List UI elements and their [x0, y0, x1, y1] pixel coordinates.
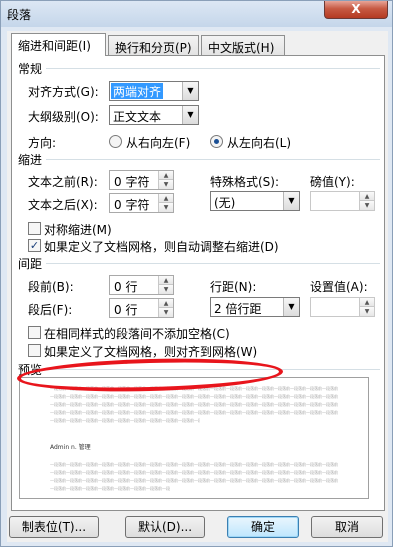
snap-to-grid-label: 如果定义了文档网格，则对齐到网格(W): [44, 345, 258, 359]
cancel-button[interactable]: 取消: [311, 516, 383, 538]
special-indent-select[interactable]: (无) ▼: [210, 191, 300, 211]
section-indent: 缩进: [18, 153, 43, 167]
spacing-before-value: 0 行: [114, 280, 138, 294]
preview-sample-text: Admin n. 管理: [50, 444, 91, 451]
line-spacing-value: 2 倍行距: [214, 302, 262, 316]
auto-adjust-label: 如果定义了文档网格，则自动调整右缩进(D): [44, 240, 279, 254]
spacing-after-label: 段后(F):: [28, 303, 73, 317]
spin-up-icon[interactable]: ▲: [159, 276, 173, 285]
preview-line: 一段落前一段落前一段落前一段落前一段落前一段落前一段落前一段落前一段落前一段落前…: [50, 402, 338, 407]
outline-level-select[interactable]: 正文文本 ▼: [109, 105, 199, 125]
tabs-button[interactable]: 制表位(T)...: [9, 516, 99, 538]
spin-down-icon[interactable]: ▼: [360, 201, 374, 210]
preview-line: 一段落前一段落前一段落前一段落前一段落前一段落前一段落前一段落前一段落前一段落前…: [50, 462, 338, 467]
paragraph-dialog: 段落 X 缩进和间距(I) 换行和分页(P) 中文版式(H) 常规 对齐方式(G…: [0, 0, 393, 547]
indent-after-stepper[interactable]: 0 字符 ▲ ▼: [109, 193, 174, 213]
chevron-down-icon[interactable]: ▼: [283, 192, 299, 210]
dialog-title: 段落: [7, 8, 32, 22]
preview-line: 一段落前一段落前一段落前一段落前一段落前一段落前一段落前一段落前一段落前一段落前…: [50, 478, 338, 483]
rtl-label: 从右向左(F): [126, 136, 191, 150]
alignment-select[interactable]: 两端对齐 ▼: [109, 81, 199, 101]
spin-down-icon[interactable]: ▼: [159, 285, 173, 294]
tab-asian-typography[interactable]: 中文版式(H): [201, 35, 285, 55]
spin-up-icon[interactable]: ▲: [159, 171, 173, 180]
no-space-same-style-checkbox[interactable]: [28, 326, 41, 339]
spacing-before-stepper[interactable]: 0 行 ▲ ▼: [109, 275, 174, 295]
spin-up-icon[interactable]: ▲: [159, 194, 173, 203]
indent-after-label: 文本之后(X):: [28, 198, 98, 212]
close-button[interactable]: X: [324, 1, 388, 19]
divider: [46, 68, 380, 69]
paragraph-preview: 一段落前一段落前一段落前一段落前一段落前一段落前一段落前一段落前一段落前一段落前…: [19, 377, 369, 499]
spacing-after-stepper[interactable]: 0 行 ▲ ▼: [109, 298, 174, 318]
no-space-same-style-label: 在相同样式的段落间不添加空格(C): [44, 327, 230, 341]
outline-level-label: 大纲级别(O):: [28, 110, 99, 124]
spin-up-icon[interactable]: ▲: [360, 298, 374, 307]
chevron-down-icon[interactable]: ▼: [283, 298, 299, 316]
tab-indent-spacing[interactable]: 缩进和间距(I): [11, 33, 106, 56]
section-spacing: 间距: [18, 257, 43, 271]
indent-before-label: 文本之前(R):: [28, 175, 98, 189]
mirror-indent-checkbox[interactable]: [28, 222, 41, 235]
spin-down-icon[interactable]: ▼: [360, 307, 374, 316]
mirror-indent-label: 对称缩进(M): [44, 223, 112, 237]
indent-before-stepper[interactable]: 0 字符 ▲ ▼: [109, 170, 174, 190]
preview-line: 一段落前一段落前一段落前一段落前一段落前一段落前一段落前一段落前一段落前一段落前…: [50, 470, 338, 475]
preview-line: 一段落前一段落前一段落前一段落前一段落前一段落前一段落前一段落前一段落前一段落前…: [50, 410, 338, 415]
dialog-client: 缩进和间距(I) 换行和分页(P) 中文版式(H) 常规 对齐方式(G): 两端…: [7, 31, 388, 542]
chevron-down-icon[interactable]: ▼: [182, 106, 198, 124]
preview-line: 一段落前一段落前一段落前一段落前一段落前一段落前一段落前一段落前一段落前一段落前…: [50, 486, 170, 491]
line-spacing-select[interactable]: 2 倍行距 ▼: [210, 297, 300, 317]
divider: [46, 159, 380, 160]
tab-line-page-breaks[interactable]: 换行和分页(P): [108, 35, 199, 55]
divider: [46, 263, 380, 264]
ltr-radio[interactable]: [210, 135, 223, 148]
spacing-after-value: 0 行: [114, 303, 138, 317]
spacing-at-label: 设置值(A):: [310, 280, 368, 294]
indent-after-value: 0 字符: [114, 198, 150, 212]
title-bar: 段落 X: [1, 1, 392, 27]
auto-adjust-checkbox[interactable]: ✓: [28, 239, 41, 252]
alignment-label: 对齐方式(G):: [28, 85, 99, 99]
indent-before-value: 0 字符: [114, 175, 150, 189]
set-default-button[interactable]: 默认(D)...: [125, 516, 205, 538]
special-indent-label: 特殊格式(S):: [210, 175, 280, 189]
rtl-radio[interactable]: [109, 135, 122, 148]
indent-measure-stepper[interactable]: ▲ ▼: [310, 191, 375, 211]
spin-down-icon[interactable]: ▼: [159, 308, 173, 317]
spacing-before-label: 段前(B):: [28, 280, 74, 294]
outline-level-value: 正文文本: [113, 110, 162, 124]
ok-button[interactable]: 确定: [227, 516, 299, 538]
spin-down-icon[interactable]: ▼: [159, 180, 173, 189]
spin-down-icon[interactable]: ▼: [159, 203, 173, 212]
ltr-label: 从左向右(L): [227, 136, 292, 150]
indent-measure-label: 磅值(Y):: [310, 175, 355, 189]
snap-to-grid-checkbox[interactable]: [28, 344, 41, 357]
spacing-at-stepper[interactable]: ▲ ▼: [310, 297, 375, 317]
direction-label: 方向:: [28, 136, 57, 150]
spin-up-icon[interactable]: ▲: [360, 192, 374, 201]
line-spacing-label: 行距(N):: [210, 280, 257, 294]
alignment-value: 两端对齐: [111, 83, 164, 99]
chevron-down-icon[interactable]: ▼: [182, 82, 198, 100]
preview-line: 一段落前一段落前一段落前一段落前一段落前一段落前一段落前一段落前一段落前一段落前…: [50, 418, 200, 423]
spin-up-icon[interactable]: ▲: [159, 299, 173, 308]
special-indent-value: (无): [214, 196, 236, 210]
preview-line: 一段落前一段落前一段落前一段落前一段落前一段落前一段落前一段落前一段落前一段落前…: [50, 394, 338, 399]
section-general: 常规: [18, 62, 43, 76]
